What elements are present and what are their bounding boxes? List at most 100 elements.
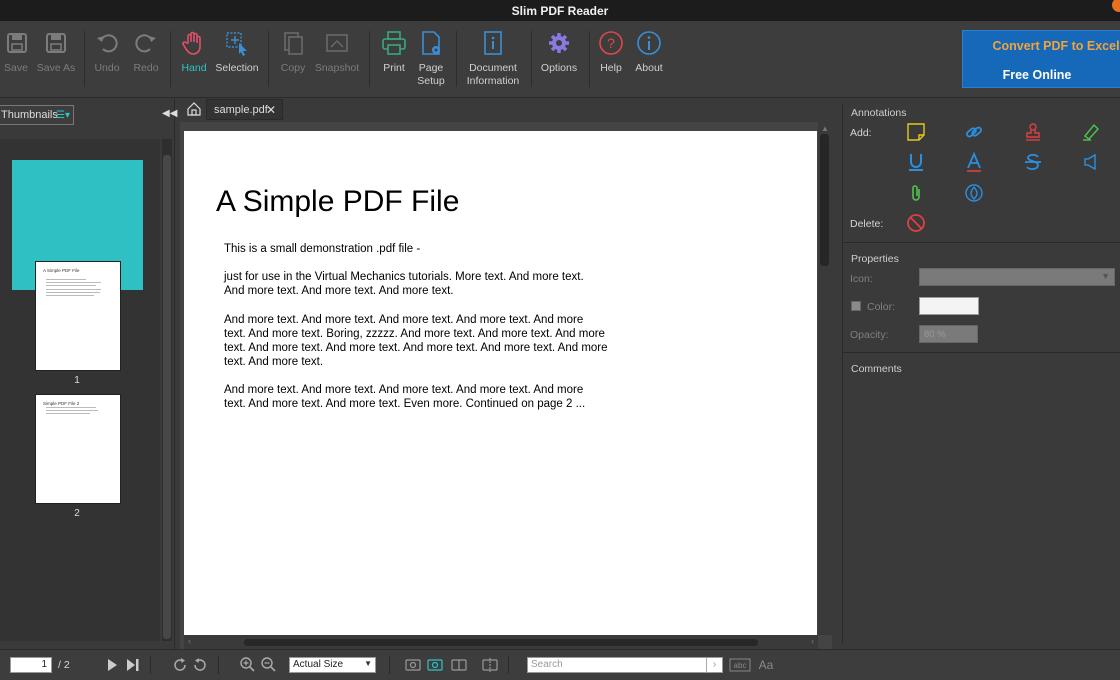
redo-button[interactable]: Redo [131,29,161,75]
match-whole-word-icon[interactable]: abc [729,657,751,673]
about-button[interactable]: About [632,29,666,75]
color-picker[interactable] [919,297,979,315]
page-setup-button[interactable]: Page Setup [414,29,448,88]
thumbnail-page-2[interactable]: Simple PDF File 2 [35,394,121,504]
thumbnail-page-1[interactable]: A Simple PDF File [35,261,121,371]
home-icon[interactable] [186,101,202,117]
watermark-icon[interactable] [964,183,984,203]
delete-annotation-icon[interactable] [906,213,926,233]
thumbnail-text-line [46,282,101,283]
pdf-page[interactable]: A Simple PDF File This is a small demons… [184,131,817,635]
page-setup-label-1: Page [418,62,444,74]
zoom-in-icon[interactable] [239,656,255,672]
save-as-button[interactable]: Save As [36,29,76,75]
scroll-right-icon[interactable]: › [811,636,814,646]
color-property-label: Color: [867,301,896,313]
selection-tool-button[interactable]: Selection [214,29,260,75]
search-input[interactable]: Search › [527,657,723,673]
snapshot-button[interactable]: Snapshot [314,29,360,75]
search-go-icon[interactable]: › [706,657,722,673]
sound-annotation-icon[interactable] [1081,152,1101,172]
sidebar-view-select[interactable]: Thumbnails ☰▾ [0,105,74,125]
list-chevron-icon: ☰▾ [56,110,70,121]
document-horizontal-scrollbar-grip[interactable] [244,639,758,646]
save-button[interactable]: Save [3,29,29,75]
attachment-icon[interactable] [906,183,926,203]
chevron-down-icon: ▼ [1101,271,1110,281]
options-button[interactable]: Options [538,29,580,75]
view-mode-single-icon[interactable] [405,657,421,673]
convert-pdf-promo-banner[interactable]: Convert PDF to Excel Free Online [962,30,1120,88]
strikethrough-icon[interactable] [1023,152,1043,172]
match-case-icon[interactable]: Aa [757,656,775,672]
thumbnail-page-1-title: A Simple PDF File [43,268,80,273]
view-mode-facing-icon[interactable] [451,657,467,673]
hand-label: Hand [181,62,207,74]
document-heading: A Simple PDF File [216,185,460,218]
icon-property-select[interactable]: ▼ [919,268,1115,286]
save-as-label: Save As [36,62,76,74]
printer-icon [382,31,406,55]
window-title: Slim PDF Reader [511,4,609,18]
thumbnail-scrollbar-grip[interactable] [163,155,171,639]
scroll-up-icon[interactable]: ▲ [821,124,829,133]
snapshot-icon [326,34,348,52]
document-horizontal-scrollbar[interactable]: ‹ › [184,635,818,649]
document-paragraph: This is a small demonstration .pdf file … [224,243,421,255]
zoom-level-value: Actual Size [293,659,344,670]
sticky-note-icon[interactable] [906,122,926,142]
properties-section-title: Properties [851,253,899,265]
print-label: Print [383,62,405,74]
svg-text:?: ? [607,35,615,51]
help-icon: ? [599,31,623,55]
zoom-level-select[interactable]: Actual Size ▼ [289,657,376,673]
selection-icon [226,32,247,56]
rotate-counterclockwise-icon[interactable] [192,657,208,673]
collapse-sidebar-icon[interactable]: ◀◀ [162,108,177,119]
thumbnail-text-line [46,289,101,290]
color-checkbox[interactable] [851,301,861,311]
view-mode-split-icon[interactable] [482,657,498,673]
svg-text:abc: abc [734,661,747,670]
total-pages-label: / 2 [58,659,70,671]
document-vertical-scrollbar[interactable]: ▲ [818,122,832,635]
copy-button[interactable]: Copy [277,29,309,75]
close-tab-icon[interactable]: ✕ [266,103,276,117]
redo-label: Redo [133,62,159,74]
thumbnail-text-line [46,292,100,293]
search-placeholder: Search [531,659,563,670]
save-icon [7,33,27,53]
thumbnail-text-line [46,295,94,296]
thumbnail-scrollbar[interactable] [162,139,172,641]
scroll-left-icon[interactable]: ‹ [188,636,191,646]
document-vertical-scrollbar-grip[interactable] [820,134,829,266]
tab-sample-pdf[interactable]: sample.pdf ✕ [206,99,283,120]
tab-label: sample.pdf [214,104,268,116]
highlighter-icon[interactable] [1081,122,1101,142]
save-as-icon [46,33,66,53]
document-info-label-2: Information [466,75,520,87]
print-button[interactable]: Print [378,29,410,75]
redo-icon [135,34,156,53]
document-information-button[interactable]: Document Information [462,29,524,88]
stamp-icon[interactable] [1023,122,1043,142]
current-page-input[interactable]: 1 [10,657,52,673]
undo-button[interactable]: Undo [92,29,122,75]
page-setup-icon [422,31,440,55]
view-mode-continuous-icon[interactable] [427,657,443,673]
section-divider [842,242,1120,243]
zoom-out-icon[interactable] [260,656,276,672]
thumbnail-page-2-number: 2 [74,508,80,519]
text-color-icon[interactable] [964,152,984,172]
opacity-input[interactable]: 80 % [919,325,978,343]
underline-icon[interactable] [906,152,926,172]
help-button[interactable]: ? Help [597,29,625,75]
link-icon[interactable] [964,122,984,142]
toolbar-separator [170,31,171,87]
last-page-icon[interactable] [125,657,141,673]
comments-section-title: Comments [851,363,902,375]
next-page-icon[interactable] [104,657,120,673]
rotate-clockwise-icon[interactable] [172,657,188,673]
hand-tool-button[interactable]: Hand [178,29,210,75]
snapshot-label: Snapshot [314,62,360,74]
